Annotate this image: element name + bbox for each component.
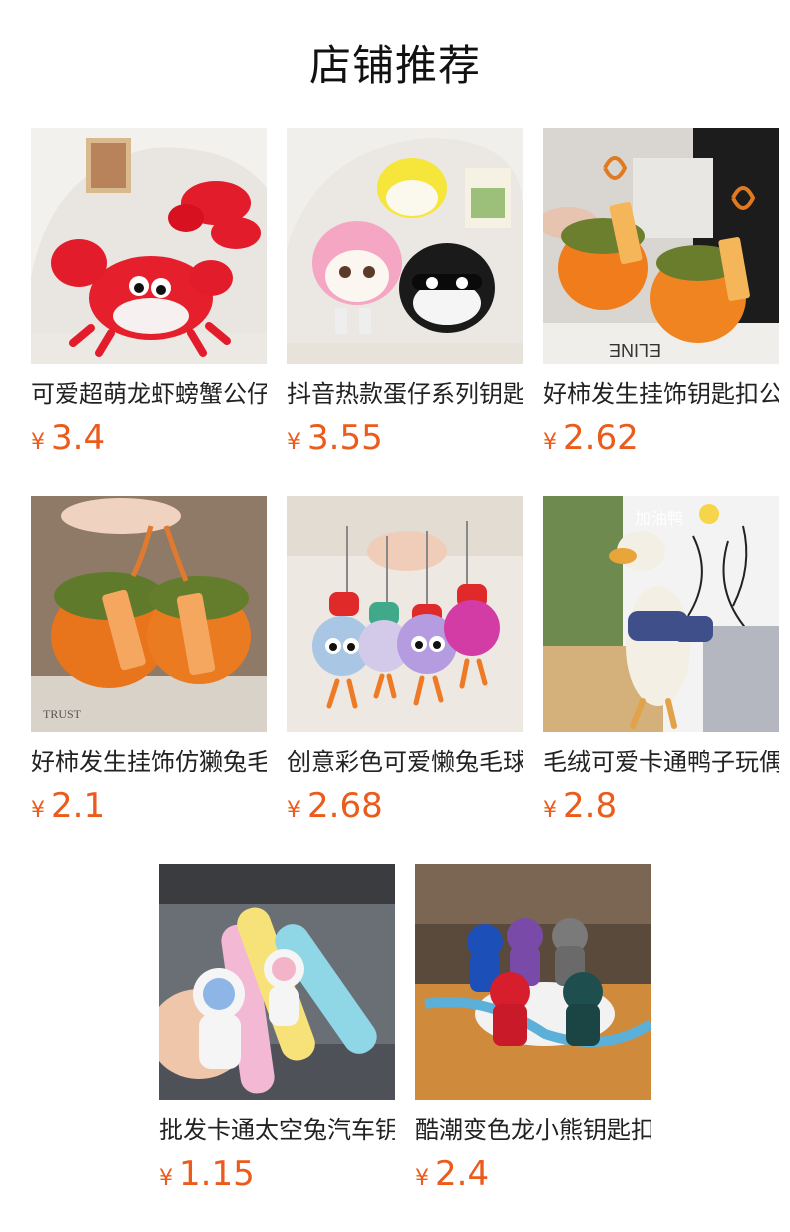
- product-name[interactable]: 好柿发生挂饰钥匙扣公仔: [543, 374, 779, 414]
- product-card[interactable]: 酷潮变色龙小熊钥匙扣 ¥2.4: [415, 864, 651, 1194]
- product-image-space-bunny-keychain[interactable]: [159, 864, 395, 1100]
- currency-symbol: ¥: [159, 1166, 173, 1191]
- currency-symbol: ¥: [287, 430, 301, 455]
- svg-text:TRUST: TRUST: [43, 707, 82, 721]
- product-card[interactable]: TRUST 好柿发生挂饰仿獭兔毛 ¥2.1: [31, 496, 267, 826]
- product-name[interactable]: 酷潮变色龙小熊钥匙扣: [415, 1110, 651, 1150]
- price-value: 2.62: [563, 418, 639, 458]
- product-price: ¥2.68: [287, 784, 383, 828]
- product-price: ¥3.4: [31, 416, 105, 460]
- product-image-lobster-crab[interactable]: [31, 128, 267, 364]
- product-price: ¥2.1: [31, 784, 105, 828]
- product-price: ¥2.8: [543, 784, 617, 828]
- product-card[interactable]: 加油鸭 毛绒可爱卡通鸭子玩偶 ¥2.8: [543, 496, 779, 826]
- product-name[interactable]: 可爱超萌龙虾螃蟹公仔: [31, 374, 267, 414]
- product-card[interactable]: 可爱超萌龙虾螃蟹公仔 ¥3.4: [31, 128, 267, 458]
- product-price: ¥2.62: [543, 416, 639, 460]
- currency-symbol: ¥: [31, 798, 45, 823]
- product-card[interactable]: ELINE 好柿发生挂饰钥匙扣公仔 ¥2.62: [543, 128, 779, 458]
- product-price: ¥3.55: [287, 416, 383, 460]
- product-card[interactable]: 创意彩色可爱懒兔毛球 ¥2.68: [287, 496, 523, 826]
- product-image-persimmon-keychain[interactable]: ELINE: [543, 128, 779, 364]
- price-value: 2.8: [563, 786, 618, 826]
- product-price: ¥1.15: [159, 1152, 255, 1196]
- product-name[interactable]: 抖音热款蛋仔系列钥匙扣: [287, 374, 523, 414]
- product-card[interactable]: 抖音热款蛋仔系列钥匙扣 ¥3.55: [287, 128, 523, 458]
- price-value: 2.1: [51, 786, 106, 826]
- svg-text:加油鸭: 加油鸭: [635, 510, 683, 528]
- product-image-plush-duck[interactable]: 加油鸭: [543, 496, 779, 732]
- product-image-pompom-birds[interactable]: [287, 496, 523, 732]
- product-card[interactable]: 批发卡通太空兔汽车钥匙 ¥1.15: [159, 864, 395, 1194]
- product-image-persimmon-plush[interactable]: TRUST: [31, 496, 267, 732]
- svg-text:ELINE: ELINE: [609, 340, 661, 360]
- price-value: 3.4: [51, 418, 106, 458]
- price-value: 2.68: [307, 786, 383, 826]
- currency-symbol: ¥: [543, 430, 557, 455]
- product-image-bear-keychain[interactable]: [415, 864, 651, 1100]
- currency-symbol: ¥: [543, 798, 557, 823]
- price-value: 3.55: [307, 418, 383, 458]
- product-name[interactable]: 毛绒可爱卡通鸭子玩偶: [543, 742, 779, 782]
- price-value: 2.4: [435, 1154, 490, 1194]
- currency-symbol: ¥: [415, 1166, 429, 1191]
- product-name[interactable]: 好柿发生挂饰仿獭兔毛: [31, 742, 267, 782]
- product-image-eggy-plush[interactable]: [287, 128, 523, 364]
- product-name[interactable]: 批发卡通太空兔汽车钥匙: [159, 1110, 395, 1150]
- section-title: 店铺推荐: [308, 41, 481, 90]
- product-name[interactable]: 创意彩色可爱懒兔毛球: [287, 742, 523, 782]
- product-price: ¥2.4: [415, 1152, 489, 1196]
- price-value: 1.15: [179, 1154, 255, 1194]
- currency-symbol: ¥: [287, 798, 301, 823]
- currency-symbol: ¥: [31, 430, 45, 455]
